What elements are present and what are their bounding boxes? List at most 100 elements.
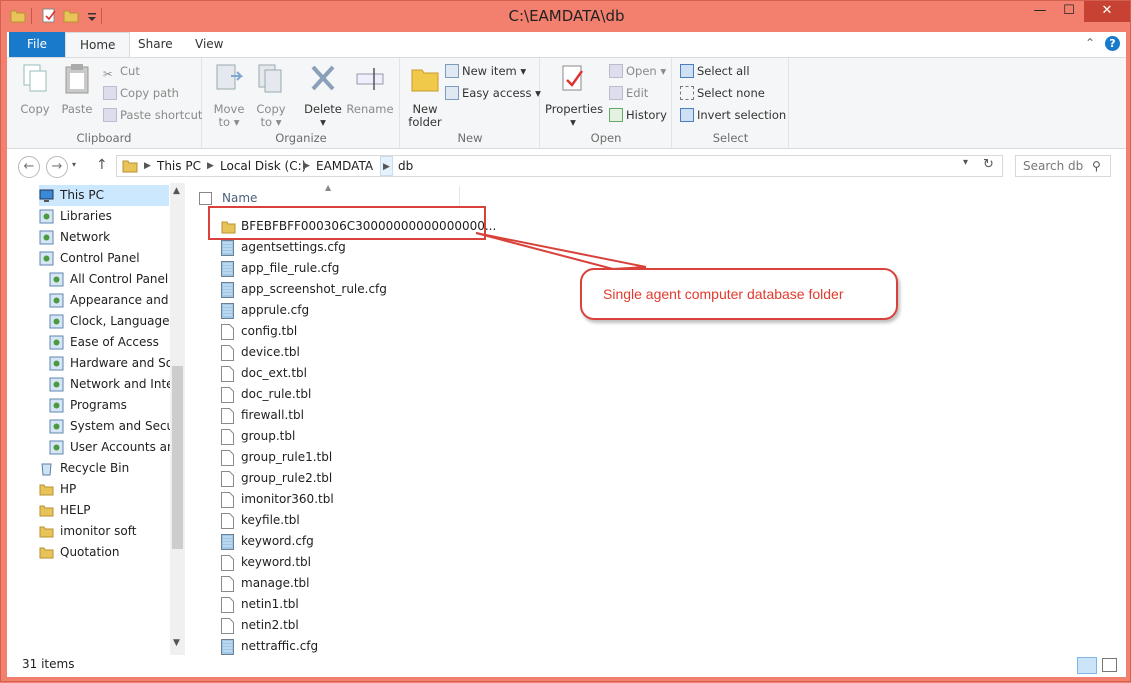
paste-icon — [65, 64, 89, 94]
nav-item-label: Hardware and Sou — [70, 356, 181, 370]
breadcrumb-eamdata[interactable]: EAMDATA — [316, 156, 373, 176]
rename-button[interactable]: Rename — [345, 62, 395, 116]
recent-locations-icon[interactable]: ▾ — [72, 160, 76, 169]
file-icon — [221, 618, 234, 634]
clock-icon — [49, 314, 64, 329]
rename-label: Rename — [346, 102, 394, 116]
config-file-icon — [221, 261, 234, 277]
search-input[interactable]: Search db ⚲ — [1015, 155, 1111, 177]
file-icon — [221, 450, 234, 466]
open-button[interactable]: Open ▾ — [609, 61, 666, 81]
config-file-icon — [221, 303, 234, 319]
control-panel-icon — [49, 272, 64, 287]
paste-button[interactable]: Paste — [57, 62, 97, 116]
breadcrumb-separator-icon[interactable]: ▶ — [144, 156, 151, 176]
select-all-button[interactable]: Select all — [680, 61, 750, 81]
help-icon[interactable]: ? — [1105, 36, 1120, 51]
file-name: group.tbl — [241, 429, 296, 443]
open-icon — [609, 64, 623, 78]
collapse-ribbon-icon[interactable]: ⌃ — [1085, 36, 1095, 50]
select-all-checkbox[interactable] — [199, 192, 212, 205]
file-name: app_file_rule.cfg — [241, 261, 340, 275]
tab-view[interactable]: View — [181, 32, 237, 57]
nav-item-label: imonitor soft — [60, 524, 137, 538]
scroll-up-icon[interactable]: ▲ — [173, 186, 180, 196]
file-icon — [221, 513, 234, 529]
minimize-button[interactable]: — — [1026, 1, 1054, 22]
copy-to-button[interactable]: Copy to ▾ — [251, 62, 291, 129]
file-name: keyword.tbl — [241, 555, 311, 569]
nav-item-label: Libraries — [60, 209, 112, 223]
file-name: keyword.cfg — [241, 534, 314, 548]
paste-label: Paste — [61, 102, 93, 116]
main-area: This PC Libraries Network Control Panel All … — [7, 183, 1126, 655]
file-name: config.tbl — [241, 324, 298, 338]
name-column-label: Name — [222, 191, 258, 205]
details-view-icon[interactable] — [1077, 657, 1097, 674]
invert-selection-button[interactable]: Invert selection — [680, 105, 786, 125]
copy-path-button[interactable]: Copy path — [103, 83, 179, 103]
security-icon — [49, 419, 64, 434]
move-to-label-2: to — [218, 115, 231, 129]
copy-to-label: Copy — [256, 102, 286, 116]
column-divider[interactable] — [459, 186, 460, 206]
address-dropdown-icon[interactable]: ▾ — [963, 157, 968, 168]
nav-scrollbar[interactable]: ▲ ▼ — [170, 183, 185, 655]
move-to-button[interactable]: Move to ▾ — [209, 62, 249, 129]
breadcrumb-this-pc[interactable]: This PC — [157, 156, 201, 176]
tab-file[interactable]: File — [9, 32, 65, 57]
tab-share[interactable]: Share — [124, 32, 187, 57]
maximize-button[interactable]: ☐ — [1055, 1, 1083, 22]
cut-button[interactable]: ✂ Cut — [103, 61, 140, 81]
edit-button[interactable]: Edit — [609, 83, 648, 103]
file-icon — [221, 597, 234, 613]
rename-icon — [356, 68, 384, 90]
breadcrumb-db[interactable]: db — [398, 156, 413, 176]
delete-button[interactable]: Delete ▾ — [301, 62, 345, 129]
nav-scroll-thumb[interactable] — [172, 366, 183, 549]
select-none-button[interactable]: Select none — [680, 83, 765, 103]
file-name: netin1.tbl — [241, 597, 299, 611]
paste-shortcut-icon — [103, 108, 117, 122]
copy-icon — [23, 64, 47, 92]
nav-item-label: HP — [60, 482, 77, 496]
history-button[interactable]: History — [609, 105, 667, 125]
tab-home[interactable]: Home — [65, 32, 131, 58]
select-all-icon — [680, 64, 694, 78]
breadcrumb-separator-icon[interactable]: ▶ — [207, 156, 214, 176]
hardware-icon — [49, 356, 64, 371]
file-name: group_rule2.tbl — [241, 471, 333, 485]
config-file-icon — [221, 534, 234, 550]
back-button[interactable]: ← — [18, 156, 40, 178]
group-open: Properties ▾ Open ▾ Edit History Open — [541, 58, 672, 148]
copy-button[interactable]: Copy — [15, 62, 55, 116]
easy-access-button[interactable]: Easy access ▾ — [445, 83, 541, 103]
refresh-icon[interactable]: ↻ — [983, 157, 994, 172]
explorer-window: C:\EAMDATA\db — ☐ ✕ File Home Share View… — [0, 0, 1131, 682]
breadcrumb-separator-icon[interactable]: ▶ — [380, 156, 393, 176]
properties-button[interactable]: Properties ▾ — [545, 62, 603, 129]
new-item-button[interactable]: New item ▾ — [445, 61, 526, 81]
new-folder-button[interactable]: New folder — [405, 62, 445, 129]
forward-button[interactable]: → — [46, 156, 68, 178]
close-button[interactable]: ✕ — [1084, 1, 1130, 22]
file-name: firewall.tbl — [241, 408, 304, 422]
file-list: Name ▲ BFEBFBFF000306C30000000000000000.… — [185, 183, 1126, 655]
file-icon — [221, 324, 234, 340]
breadcrumb-separator-icon[interactable]: ▶ — [303, 156, 310, 176]
nav-item-label: Programs — [70, 398, 127, 412]
scroll-down-icon[interactable]: ▼ — [173, 638, 180, 648]
status-bar: 31 items — [7, 655, 1126, 677]
large-icons-view-icon[interactable] — [1102, 658, 1117, 672]
breadcrumb-local-disk[interactable]: Local Disk (C:) — [220, 156, 306, 176]
file-icon — [221, 366, 234, 382]
file-icon — [221, 429, 234, 445]
paste-shortcut-button[interactable]: Paste shortcut — [103, 105, 202, 125]
folder-icon — [39, 482, 54, 497]
file-name: doc_ext.tbl — [241, 366, 308, 380]
nav-item-this-pc[interactable]: This PC — [39, 185, 169, 206]
up-arrow-icon[interactable]: ↑ — [96, 157, 108, 173]
annotation-callout: Single agent computer database folder — [580, 268, 898, 320]
address-bar[interactable]: ▶ This PC ▶ Local Disk (C:) ▶ EAMDATA ▶ … — [116, 155, 1003, 177]
file-icon — [221, 492, 234, 508]
